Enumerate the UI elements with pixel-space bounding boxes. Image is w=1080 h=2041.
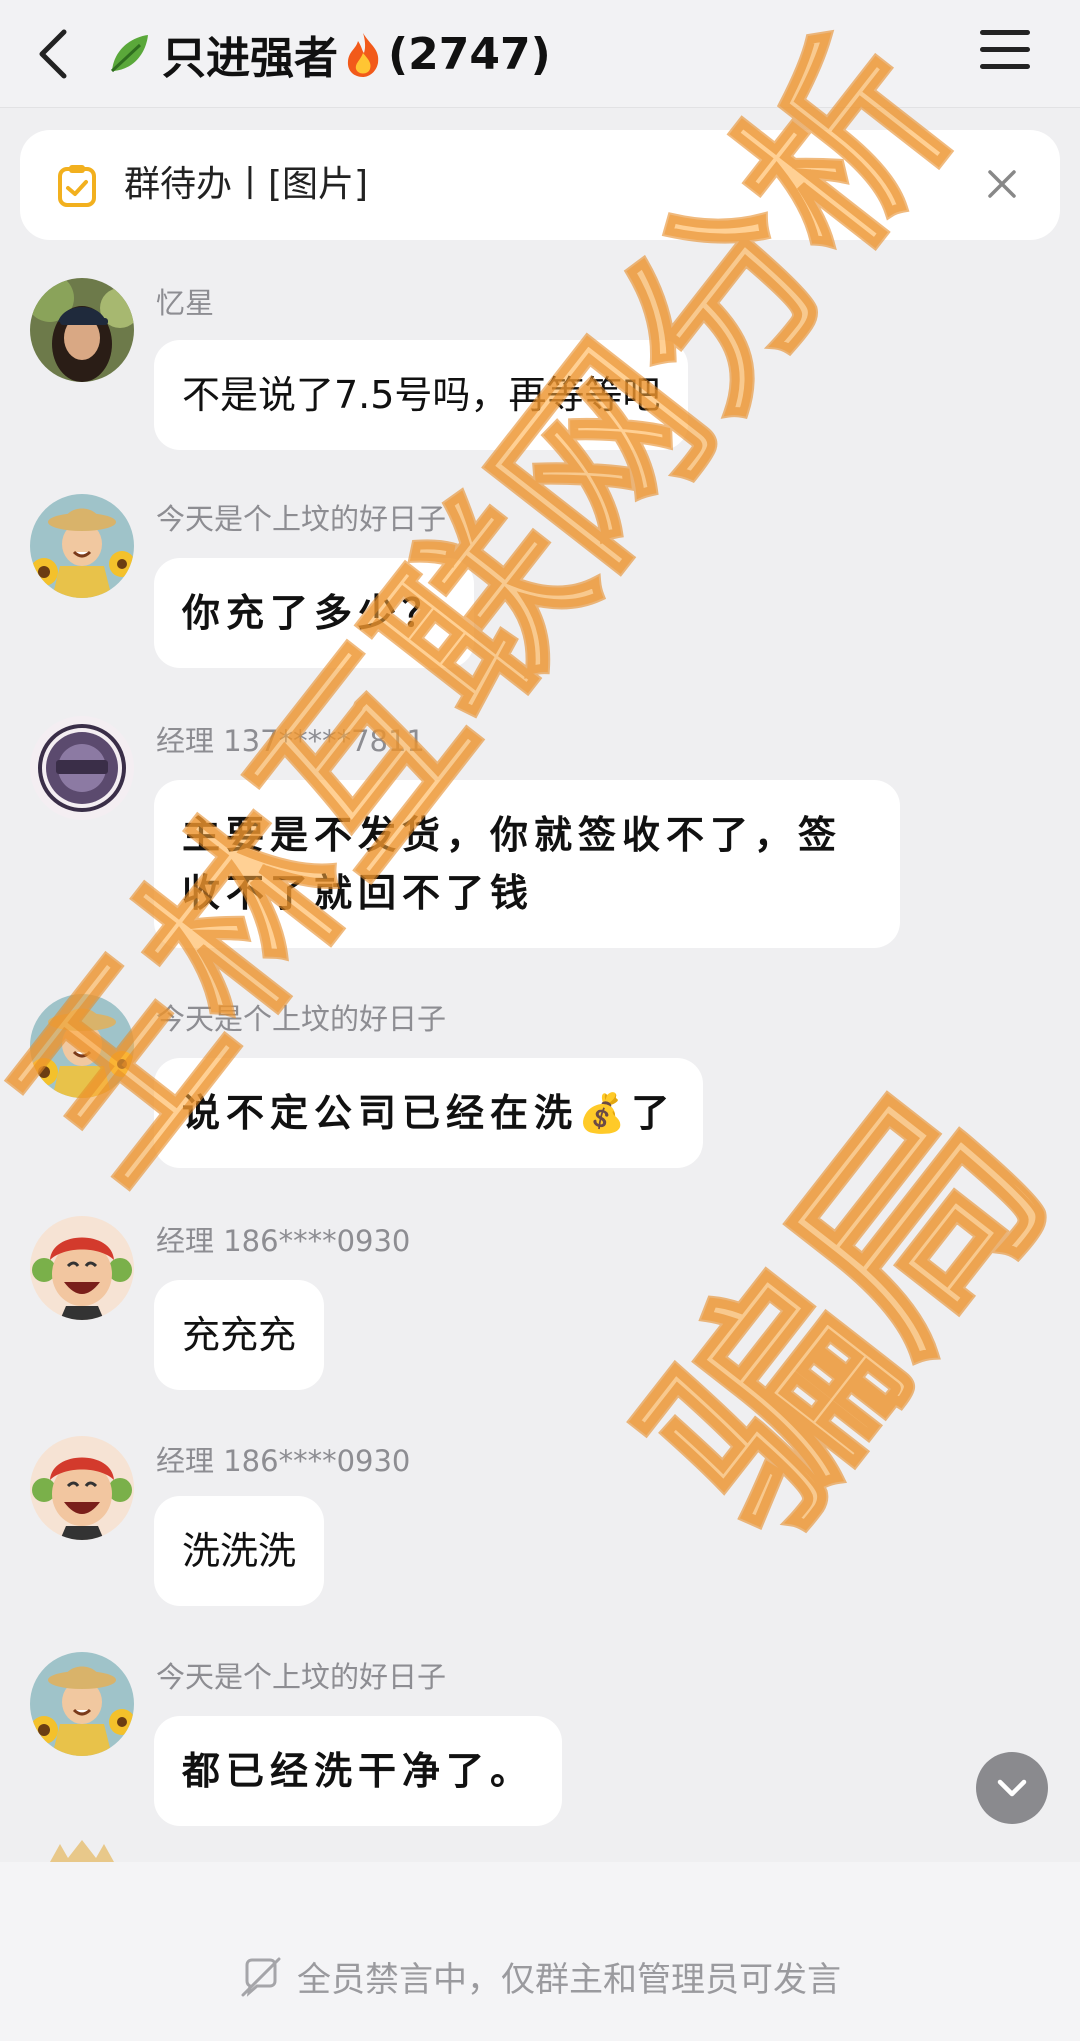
message-bubble[interactable]: 洗洗洗 — [154, 1496, 325, 1606]
sender-name: 忆星 — [156, 286, 215, 320]
message-bubble[interactable]: 你充了多少？ — [154, 558, 475, 668]
message-bubble[interactable]: 不是说了7.5号吗，再等等吧 — [154, 340, 689, 450]
sunflower-farmer-cartoon — [30, 1652, 134, 1756]
group-name: 只进强者 — [162, 33, 338, 84]
message-bubble[interactable]: 主要是不发货，你就签收不了，签收不了就回不了钱 — [154, 780, 900, 948]
clipboard-check-icon — [58, 165, 96, 207]
avatar[interactable] — [30, 994, 134, 1098]
avatar[interactable] — [30, 1436, 134, 1540]
avatar[interactable] — [30, 716, 134, 820]
girl-cap-photo — [30, 278, 134, 382]
close-icon — [988, 170, 1016, 198]
sender-name: 经理 137*****7811 — [156, 724, 425, 758]
hamburger-menu-icon — [980, 30, 1030, 69]
message-bubble[interactable]: 说不定公司已经在洗💰了 — [154, 1058, 704, 1168]
top-bar: 只进强者 (2747) — [0, 0, 1080, 108]
todo-text: 群待办丨[图片] — [124, 164, 369, 205]
chevron-down-icon — [997, 1779, 1027, 1797]
avatar[interactable] — [30, 1652, 134, 1756]
sender-name: 今天是个上坟的好日子 — [156, 502, 447, 536]
back-button[interactable] — [28, 24, 84, 84]
chevron-left-icon — [39, 29, 67, 79]
purple-badge-avatar — [30, 716, 134, 820]
sender-name: 今天是个上坟的好日子 — [156, 1002, 447, 1036]
sunflower-farmer-cartoon — [30, 994, 134, 1098]
mute-notice: 全员禁言中，仅群主和管理员可发言 — [0, 1952, 1080, 2001]
menu-button[interactable] — [980, 30, 1030, 74]
leaf-emoji — [110, 35, 148, 73]
mute-notice-text: 全员禁言中，仅群主和管理员可发言 — [297, 1960, 841, 2000]
sender-name: 今天是个上坟的好日子 — [156, 1660, 447, 1694]
message-bubble[interactable]: 都已经洗干净了。 — [154, 1716, 563, 1826]
chat-title: 只进强者 (2747) — [104, 22, 551, 86]
sunflower-farmer-cartoon — [30, 494, 134, 598]
member-count: (2747) — [388, 28, 551, 80]
red-hair-laughing-cartoon — [30, 1436, 134, 1540]
avatar — [30, 1840, 134, 1862]
avatar[interactable] — [30, 278, 134, 382]
fire-emoji — [347, 33, 379, 77]
avatar[interactable] — [30, 494, 134, 598]
sender-name: 经理 186****0930 — [156, 1224, 411, 1258]
avatar[interactable] — [30, 1216, 134, 1320]
no-speaking-icon — [241, 1957, 281, 1997]
message-bubble[interactable]: 充充充 — [154, 1280, 325, 1390]
group-todo-banner[interactable]: 群待办丨[图片] — [20, 130, 1060, 240]
sender-name: 经理 186****0930 — [156, 1444, 411, 1478]
red-hair-laughing-cartoon — [30, 1216, 134, 1320]
todo-close-button[interactable] — [974, 156, 1030, 212]
scroll-to-bottom-button[interactable] — [976, 1752, 1048, 1824]
